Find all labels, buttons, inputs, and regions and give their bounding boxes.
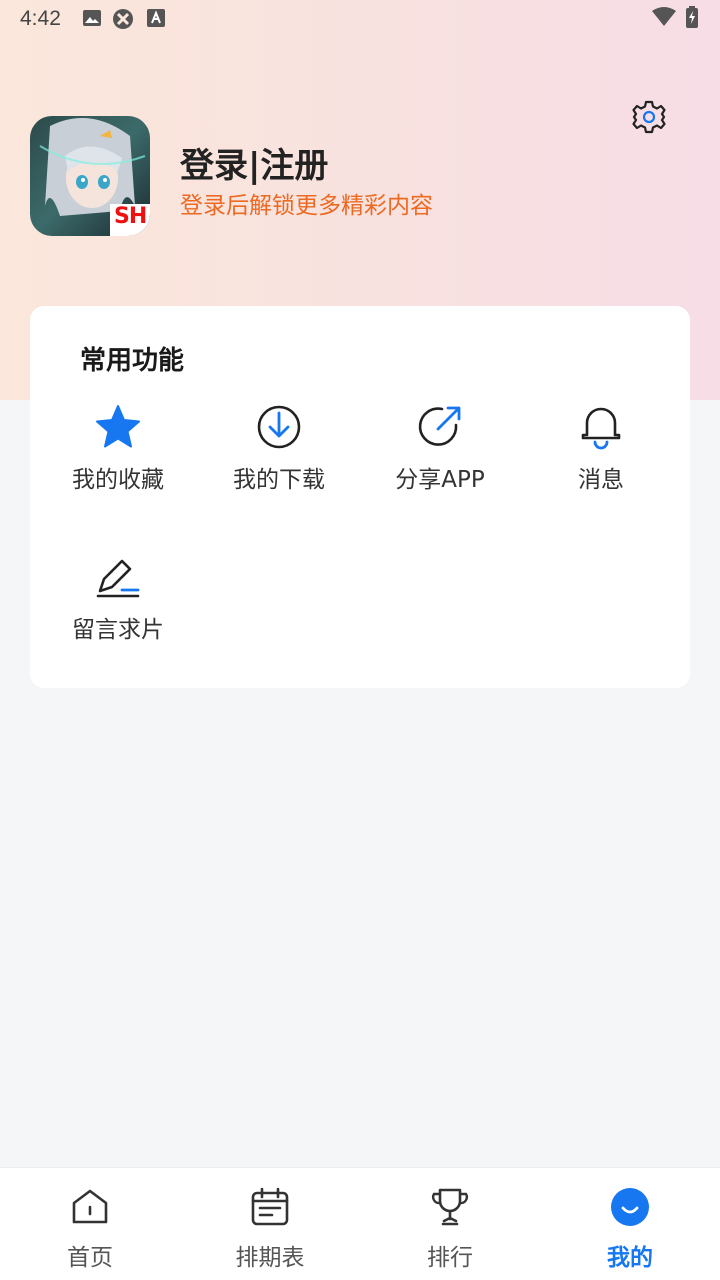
gear-icon bbox=[632, 100, 666, 134]
battery-icon bbox=[686, 6, 698, 28]
bottom-tab-bar: 首页 排期表 排行 我的 bbox=[0, 1167, 720, 1280]
tab-schedule-label: 排期表 bbox=[235, 1245, 305, 1271]
calendar-icon bbox=[251, 1187, 289, 1226]
download-icon bbox=[257, 405, 301, 449]
gallery-icon bbox=[83, 10, 101, 26]
star-icon bbox=[96, 405, 140, 448]
tab-ranking[interactable]: 排行 bbox=[360, 1168, 540, 1280]
share-app-button[interactable]: 分享APP bbox=[360, 402, 520, 512]
common-functions-card: 常用功能 我的收藏 我的下载 分享APP 消息 留言求片 bbox=[30, 306, 690, 688]
status-bar: 4:42 bbox=[0, 0, 720, 38]
login-register-link[interactable]: 登录|注册 bbox=[180, 138, 328, 187]
profile-icon bbox=[611, 1188, 649, 1226]
favorites-button[interactable]: 我的收藏 bbox=[38, 402, 198, 512]
card-title: 常用功能 bbox=[80, 346, 185, 376]
tab-home[interactable]: 首页 bbox=[0, 1168, 180, 1280]
sync-icon bbox=[113, 9, 133, 29]
edit-icon bbox=[96, 559, 140, 598]
downloads-button[interactable]: 我的下载 bbox=[199, 402, 359, 512]
request-film-label: 留言求片 bbox=[72, 617, 164, 643]
tab-schedule[interactable]: 排期表 bbox=[180, 1168, 360, 1280]
trophy-icon bbox=[431, 1188, 469, 1226]
status-time: 4:42 bbox=[20, 7, 61, 30]
settings-button[interactable] bbox=[628, 96, 670, 138]
home-icon bbox=[72, 1189, 108, 1224]
tab-ranking-label: 排行 bbox=[427, 1245, 473, 1271]
downloads-label: 我的下载 bbox=[233, 467, 325, 493]
messages-label: 消息 bbox=[578, 467, 624, 493]
messages-button[interactable]: 消息 bbox=[521, 402, 681, 512]
avatar[interactable]: SH bbox=[30, 116, 150, 236]
tab-mine[interactable]: 我的 bbox=[540, 1168, 720, 1280]
login-subtitle: 登录后解锁更多精彩内容 bbox=[180, 193, 433, 219]
share-icon bbox=[418, 406, 461, 446]
share-app-label: 分享APP bbox=[395, 467, 485, 493]
tab-home-label: 首页 bbox=[67, 1245, 113, 1271]
request-film-button[interactable]: 留言求片 bbox=[38, 552, 198, 662]
avatar-badge: SH bbox=[114, 204, 147, 229]
favorites-label: 我的收藏 bbox=[72, 467, 164, 493]
wifi-icon bbox=[652, 7, 676, 26]
tab-mine-label: 我的 bbox=[607, 1245, 653, 1271]
bell-icon bbox=[581, 407, 621, 450]
font-icon bbox=[147, 9, 165, 27]
